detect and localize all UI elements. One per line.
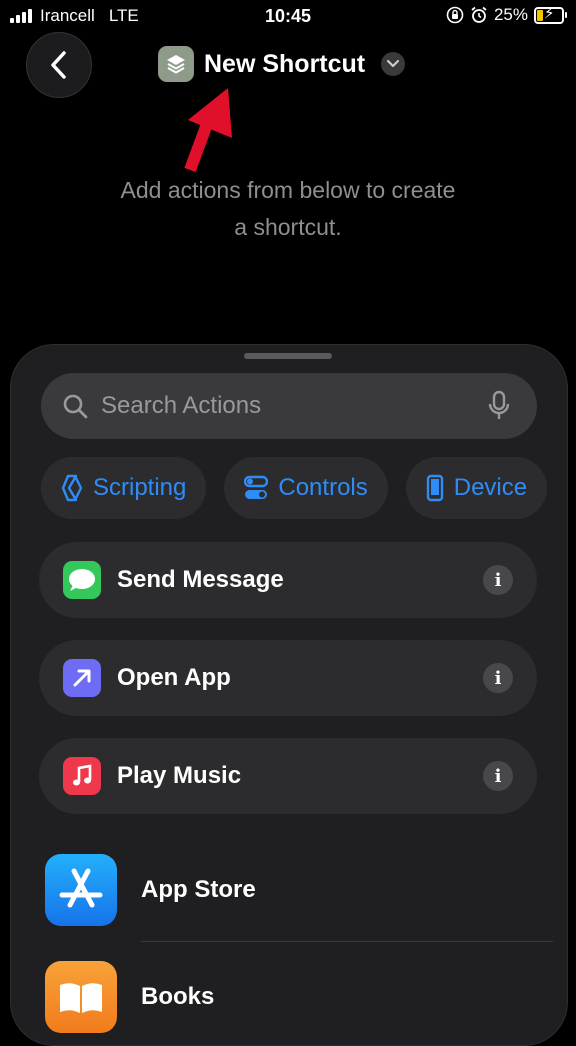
- app-label: Books: [141, 983, 215, 1010]
- search-input[interactable]: Search Actions: [101, 392, 487, 420]
- app-label: App Store: [141, 876, 256, 903]
- controls-icon: [244, 475, 269, 499]
- red-arrow-annotation: [184, 88, 232, 173]
- books-icon: [45, 961, 117, 1033]
- search-actions-field[interactable]: Search Actions: [41, 373, 537, 439]
- chip-scripting-label: Scripting: [93, 474, 187, 501]
- hint-line-1: Add actions from below to create: [120, 177, 456, 203]
- search-icon: [63, 394, 88, 419]
- status-right: 25% ⚡: [446, 5, 567, 25]
- info-button[interactable]: i: [483, 761, 513, 791]
- app-store-icon: [45, 854, 117, 926]
- chip-controls-label: Controls: [278, 474, 368, 501]
- info-button[interactable]: i: [483, 565, 513, 595]
- microphone-icon[interactable]: [487, 390, 511, 422]
- action-label: Play Music: [117, 762, 242, 789]
- app-row-books[interactable]: Books: [45, 952, 555, 1042]
- action-send-message[interactable]: Send Message i: [39, 542, 537, 618]
- action-play-music[interactable]: Play Music i: [39, 738, 537, 814]
- layers-icon: [158, 46, 194, 82]
- device-icon: [426, 474, 443, 502]
- chevron-down-icon: [381, 52, 406, 76]
- page-title: New Shortcut: [204, 49, 366, 78]
- status-bar: Irancell LTE 10:45 25% ⚡: [0, 0, 576, 34]
- info-button[interactable]: i: [483, 663, 513, 693]
- back-button[interactable]: [26, 32, 92, 98]
- action-label: Open App: [117, 664, 231, 691]
- scripting-icon: [61, 474, 83, 502]
- shortcut-title-menu[interactable]: New Shortcut: [158, 46, 406, 82]
- app-row-app-store[interactable]: App Store: [45, 845, 555, 935]
- battery-percent: 25%: [493, 5, 528, 24]
- category-chips: Scripting Controls Device: [41, 457, 548, 519]
- chip-controls[interactable]: Controls: [224, 457, 388, 519]
- empty-state-hint: Add actions from below to create a short…: [0, 172, 576, 246]
- orientation-lock-icon: [446, 6, 464, 24]
- list-divider: [141, 941, 553, 942]
- action-label: Send Message: [117, 566, 284, 593]
- battery-icon: ⚡: [534, 5, 567, 24]
- chip-scripting[interactable]: Scripting: [41, 457, 207, 519]
- action-open-app[interactable]: Open App i: [39, 640, 537, 716]
- actions-sheet: Search Actions Scripting Controls Device…: [10, 344, 568, 1046]
- chip-device[interactable]: Device: [405, 457, 548, 519]
- chip-device-label: Device: [453, 474, 528, 501]
- messages-icon: [63, 561, 101, 599]
- hint-line-2: a shortcut.: [234, 214, 342, 240]
- sheet-grabber[interactable]: [244, 353, 332, 359]
- music-icon: [63, 757, 101, 795]
- chevron-left-icon: [51, 51, 66, 79]
- open-app-icon: [63, 659, 101, 697]
- alarm-icon: [471, 6, 487, 23]
